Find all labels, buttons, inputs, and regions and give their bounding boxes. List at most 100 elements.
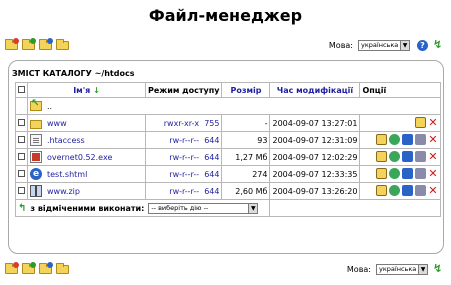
file-name-link[interactable]: .htaccess [47, 136, 85, 145]
file-modified: 2004-09-07 13:27:01 [269, 114, 361, 132]
view-icon[interactable] [415, 167, 426, 179]
folder-options-icon[interactable] [55, 262, 70, 275]
view-icon[interactable] [415, 133, 426, 145]
file-modified: 2004-09-07 12:02:29 [269, 148, 361, 166]
file-name-link[interactable]: www [47, 119, 67, 128]
folder-icon [30, 119, 42, 129]
column-name-label: Ім'я [73, 85, 91, 95]
delete-icon[interactable]: ✕ [428, 117, 438, 128]
parent-link[interactable]: .. [47, 102, 52, 111]
row-actions: ✕ [376, 184, 438, 196]
permissions-link[interactable]: rwxr-xr-x 755 [164, 119, 220, 128]
edit-icon[interactable] [376, 184, 387, 196]
toolbar-top [4, 38, 70, 51]
row-checkbox[interactable] [18, 118, 25, 126]
parent-folder-icon[interactable] [30, 98, 42, 111]
select-all-checkbox[interactable] [18, 85, 25, 93]
download-icon[interactable] [402, 150, 413, 162]
file-size: 1,27 Мб [221, 148, 271, 166]
language-label: Мова: [346, 264, 371, 274]
permissions-string: rw-r--r-- [169, 169, 200, 179]
column-name[interactable]: Ім'я ↓ [27, 82, 146, 98]
table-row: overnet0.52.exe rw-r--r-- 644 1,27 Мб 20… [15, 148, 441, 166]
new-file-icon[interactable] [21, 262, 36, 275]
new-folder-icon[interactable] [4, 262, 19, 275]
permissions-link[interactable]: rw-r--r-- 644 [169, 153, 219, 162]
folder-options-icon[interactable] [55, 38, 70, 51]
select-all-checkbox-cell [15, 82, 28, 98]
text-file-icon [30, 134, 42, 146]
new-file-icon[interactable] [21, 38, 36, 51]
file-modified: 2004-09-07 12:33:35 [269, 165, 361, 183]
chevron-down-icon: ▼ [400, 40, 409, 50]
table-row: .htaccess rw-r--r-- 644 93 2004-09-07 12… [15, 131, 441, 149]
language-selector-top: Мова: українська ▼ ? ↯ [328, 39, 442, 51]
download-icon[interactable] [402, 184, 413, 196]
column-size[interactable]: Розмір [221, 82, 271, 98]
file-name-link[interactable]: overnet0.52.exe [47, 153, 112, 162]
permissions-string: rw-r--r-- [169, 152, 200, 162]
column-modified[interactable]: Час модифікації [269, 82, 361, 98]
language-select[interactable]: українська ▼ [358, 39, 410, 51]
permissions-link[interactable]: rw-r--r-- 644 [169, 170, 219, 179]
permissions-mode: 644 [204, 135, 220, 145]
delete-icon[interactable]: ✕ [428, 168, 438, 179]
delete-icon[interactable]: ✕ [428, 134, 438, 145]
language-selected-value: українська [379, 265, 417, 273]
file-size: - [221, 114, 271, 132]
upload-icon[interactable] [38, 262, 53, 275]
language-select[interactable]: українська ▼ [376, 263, 428, 275]
permissions-mode: 755 [204, 118, 220, 128]
bulk-action-placeholder: -- виберіть дію -- [151, 204, 209, 212]
file-size: 93 [221, 131, 271, 149]
go-arrow-icon[interactable]: ↯ [433, 263, 442, 275]
view-icon[interactable] [415, 150, 426, 162]
upload-icon[interactable] [38, 38, 53, 51]
move-icon[interactable] [389, 133, 400, 145]
row-actions: ✕ [415, 116, 438, 128]
row-checkbox[interactable] [18, 152, 25, 160]
rename-icon[interactable] [415, 116, 426, 128]
column-permissions: Режим доступу [144, 82, 223, 98]
language-selector-bottom: Мова: українська ▼ ↯ [346, 263, 442, 275]
permissions-link[interactable]: rw-r--r-- 644 [169, 187, 219, 196]
table-row: www.zip rw-r--r-- 644 2,60 Мб 2004-09-07… [15, 182, 441, 200]
new-folder-icon[interactable] [4, 38, 19, 51]
exe-file-icon [30, 151, 42, 163]
permissions-mode: 644 [204, 169, 220, 179]
edit-icon[interactable] [376, 150, 387, 162]
language-label: Мова: [328, 40, 353, 50]
sort-down-icon: ↓ [93, 85, 100, 95]
row-checkbox[interactable] [18, 169, 25, 177]
move-icon[interactable] [389, 167, 400, 179]
chevron-down-icon: ▼ [248, 203, 258, 213]
bulk-action-row: ↰ з відміченими виконати: -- виберіть ді… [14, 199, 441, 217]
file-rows: www rwxr-xr-x 755 - 2004-09-07 13:27:01 … [15, 114, 441, 200]
permissions-link[interactable]: rw-r--r-- 644 [169, 136, 219, 145]
row-checkbox[interactable] [18, 186, 25, 194]
help-icon[interactable]: ? [417, 39, 428, 51]
permissions-mode: 644 [204, 186, 220, 196]
delete-icon[interactable]: ✕ [428, 151, 438, 162]
page-title: Файл-менеджер [148, 6, 303, 25]
bulk-action-label: з відміченими виконати: [30, 203, 145, 213]
delete-icon[interactable]: ✕ [428, 185, 438, 196]
row-checkbox[interactable] [18, 135, 25, 143]
row-actions: ✕ [376, 167, 438, 179]
move-icon[interactable] [389, 184, 400, 196]
row-actions: ✕ [376, 133, 438, 145]
edit-icon[interactable] [376, 133, 387, 145]
edit-icon[interactable] [376, 167, 387, 179]
file-name-link[interactable]: test.shtml [47, 170, 87, 179]
chevron-down-icon: ▼ [418, 264, 427, 274]
go-arrow-icon[interactable]: ↯ [433, 39, 442, 51]
download-icon[interactable] [402, 133, 413, 145]
file-name-link[interactable]: www.zip [47, 187, 80, 196]
download-icon[interactable] [402, 167, 413, 179]
view-icon[interactable] [415, 184, 426, 196]
permissions-string: rw-r--r-- [169, 135, 200, 145]
bulk-action-select[interactable]: -- виберіть дію -- ▼ [148, 202, 259, 214]
permissions-string: rw-r--r-- [169, 186, 200, 196]
move-icon[interactable] [389, 150, 400, 162]
table-row: e test.shtml rw-r--r-- 644 274 2004-09-0… [15, 165, 441, 183]
